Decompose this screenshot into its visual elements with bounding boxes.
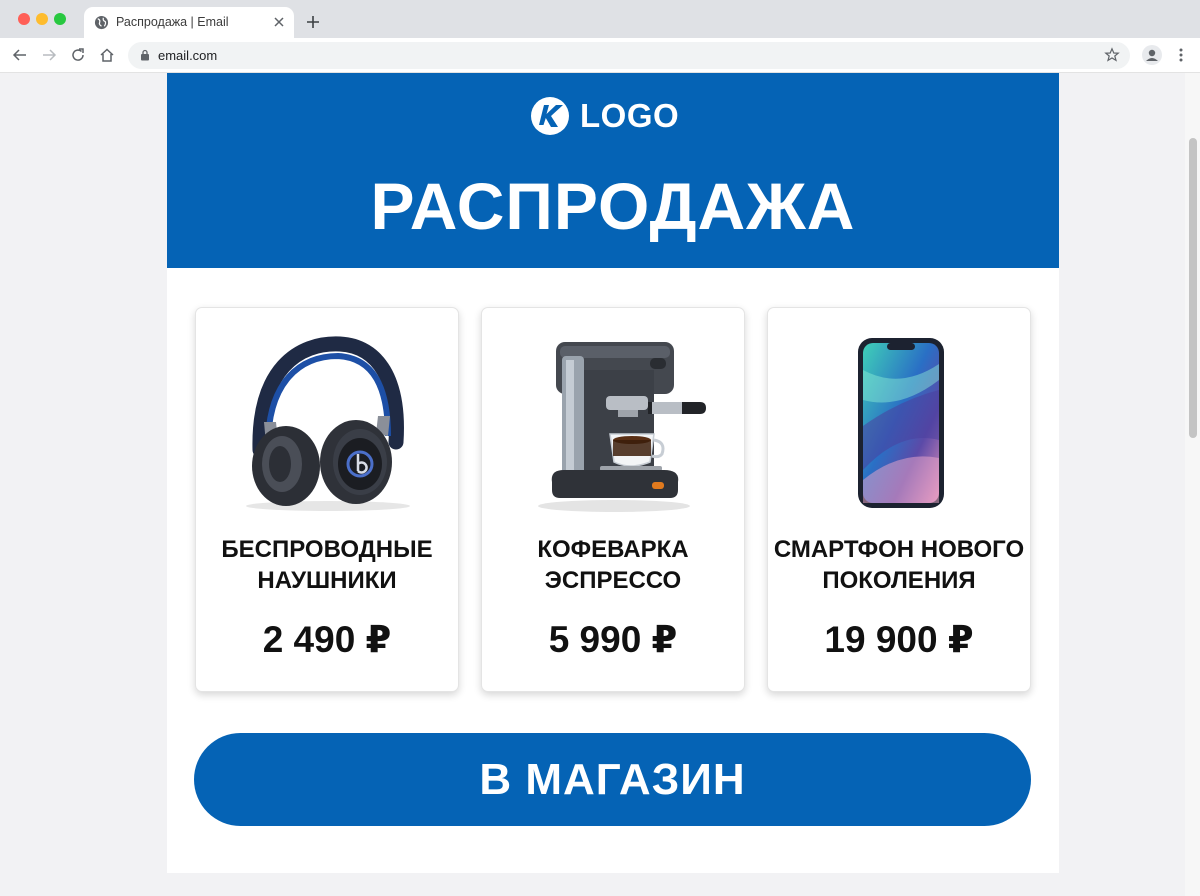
email-body: LOGO РАСПРОДАЖА БЕСПРОВОДНЫЕ НАУШНИКИ 2 … — [167, 73, 1059, 873]
reload-icon[interactable] — [70, 47, 86, 63]
shop-button[interactable]: В МАГАЗИН — [194, 733, 1031, 826]
browser-toolbar: email.com — [0, 38, 1200, 73]
product-price: 5 990 ₽ — [548, 619, 678, 660]
home-icon[interactable] — [99, 47, 115, 63]
browser-tab-bar: Распродажа | Email — [0, 0, 1200, 38]
lock-icon[interactable] — [140, 49, 150, 61]
espresso-machine-image — [538, 342, 706, 512]
logo-text: LOGO — [580, 97, 680, 134]
product-price: 2 490 ₽ — [262, 619, 392, 660]
window-minimize-button[interactable] — [36, 13, 48, 25]
logo-mark-icon — [531, 97, 569, 135]
address-bar[interactable]: email.com — [128, 42, 1130, 69]
product-name: КОФЕВАРКА ЭСПРЕССО — [537, 536, 689, 594]
more-vertical-icon[interactable] — [1175, 47, 1187, 63]
product-card-headphones[interactable]: БЕСПРОВОДНЫЕ НАУШНИКИ 2 490 ₽ — [195, 307, 459, 692]
headphones-image — [246, 336, 410, 511]
product-price: 19 900 ₽ — [824, 619, 974, 660]
profile-icon[interactable] — [1142, 45, 1162, 65]
browser-tab[interactable]: Распродажа | Email — [84, 7, 294, 38]
close-icon[interactable] — [272, 15, 286, 29]
scrollbar-thumb[interactable] — [1189, 138, 1197, 438]
window-close-button[interactable] — [18, 13, 30, 25]
product-card-smartphone[interactable]: СМАРТФОН НОВОГО ПОКОЛЕНИЯ 19 900 ₽ — [767, 307, 1031, 692]
arrow-left-icon[interactable] — [12, 47, 28, 63]
smartphone-image — [858, 338, 944, 508]
logo: LOGO — [529, 95, 689, 137]
arrow-right-icon[interactable] — [41, 47, 57, 63]
product-name: БЕСПРОВОДНЫЕ НАУШНИКИ — [221, 536, 433, 594]
url-text: email.com — [158, 48, 218, 63]
star-icon[interactable] — [1104, 47, 1120, 63]
plus-icon[interactable] — [305, 14, 321, 30]
tab-title: Распродажа | Email — [116, 15, 229, 29]
shop-button-label: В МАГАЗИН — [479, 754, 746, 804]
window-zoom-button[interactable] — [54, 13, 66, 25]
globe-icon — [94, 15, 109, 30]
sale-title: РАСПРОДАЖА — [370, 169, 856, 243]
product-card-espresso[interactable]: КОФЕВАРКА ЭСПРЕССО 5 990 ₽ — [481, 307, 745, 692]
hero-banner: LOGO РАСПРОДАЖА — [167, 73, 1059, 268]
product-name: СМАРТФОН НОВОГО ПОКОЛЕНИЯ — [773, 536, 1025, 594]
